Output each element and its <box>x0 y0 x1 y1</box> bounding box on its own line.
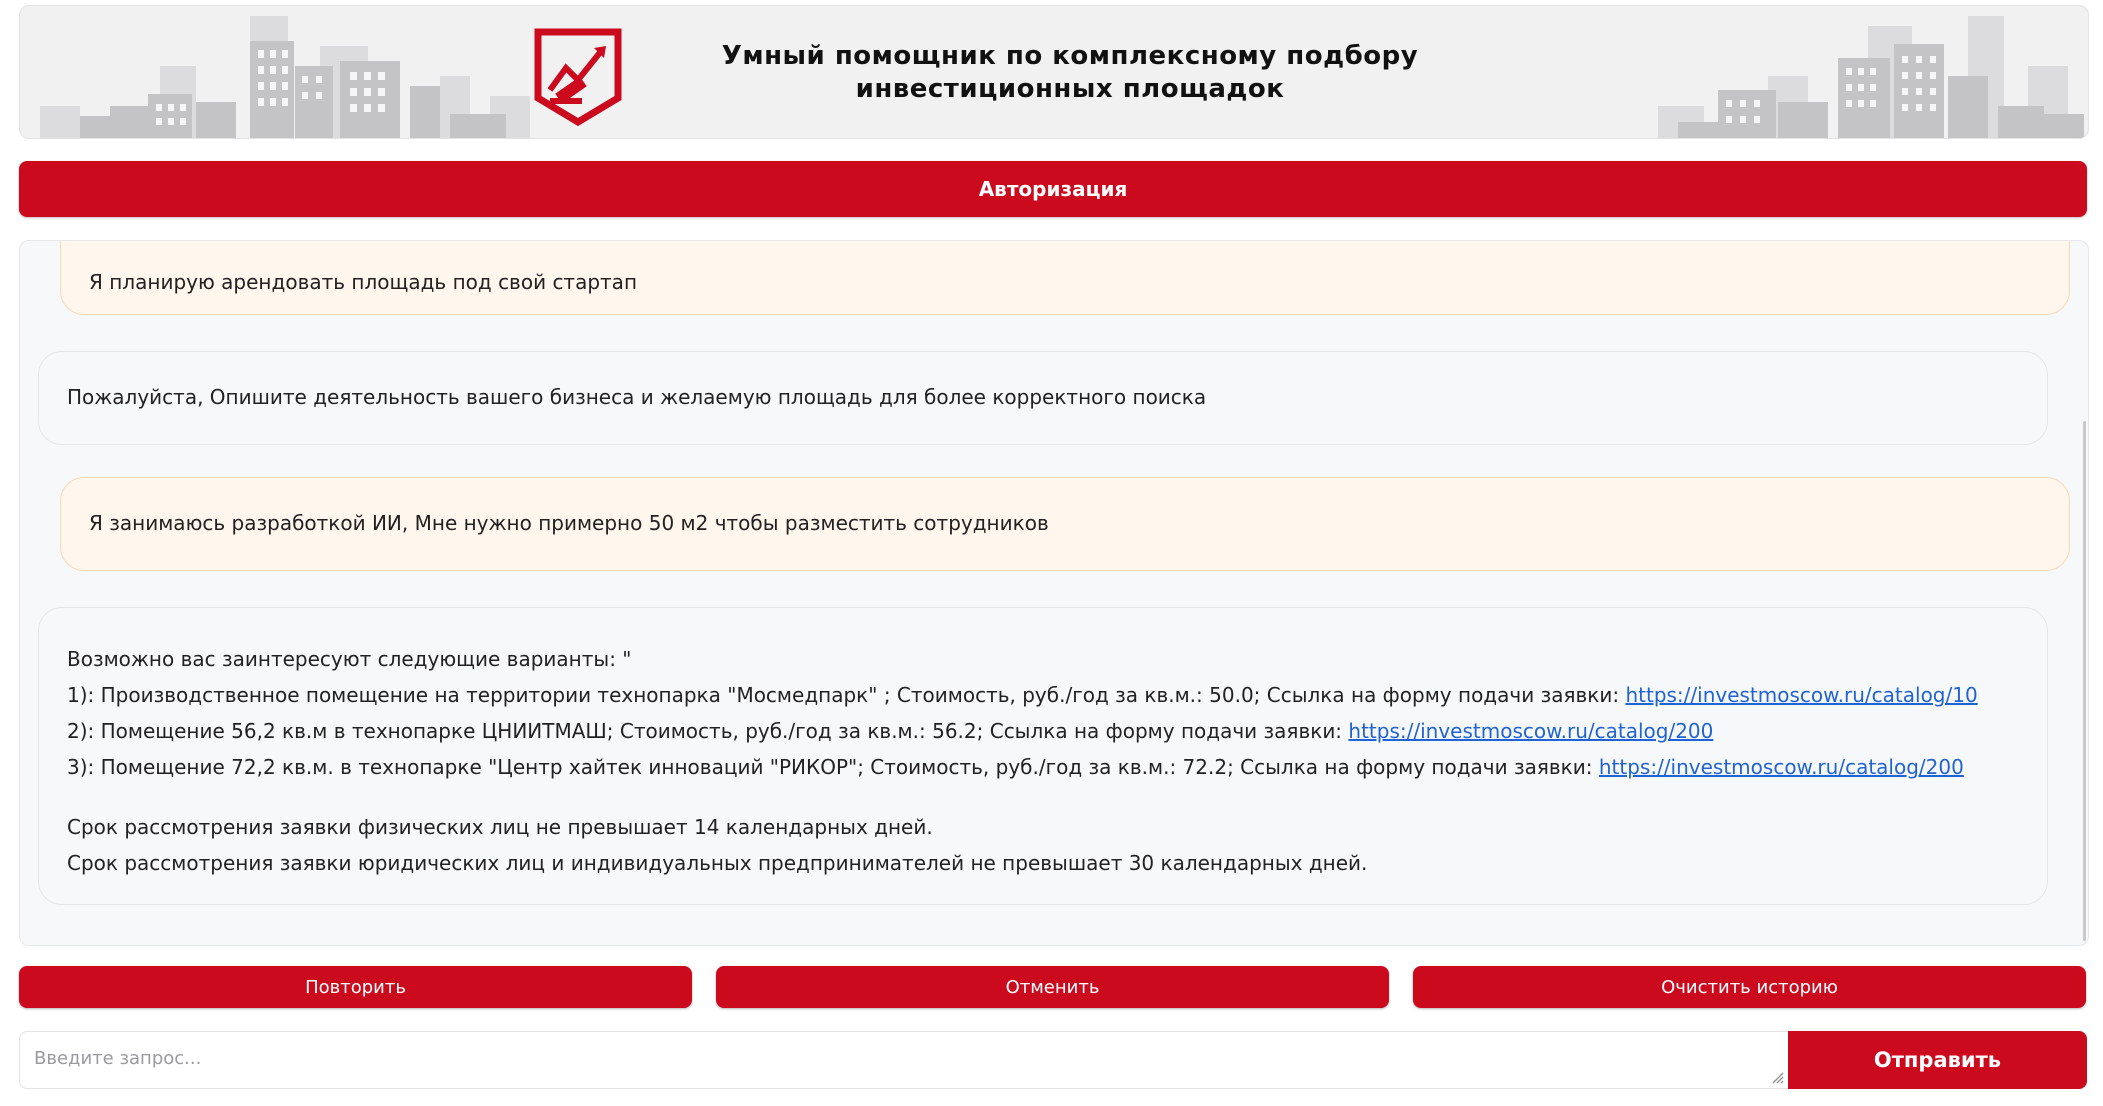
retry-button[interactable]: Повторить <box>19 966 692 1008</box>
option-link[interactable]: https://investmoscow.ru/catalog/10 <box>1625 683 1977 707</box>
user-message: Я планирую арендовать площадь под свой с… <box>60 241 2070 315</box>
auth-button[interactable]: Авторизация <box>19 161 2087 217</box>
option-item: 3): Помещение 72,2 кв.м. в технопарке "Ц… <box>67 749 2019 785</box>
options-intro: Возможно вас заинтересуют следующие вари… <box>67 647 632 671</box>
chat-history[interactable]: Я планирую арендовать площадь под свой с… <box>19 240 2089 946</box>
assistant-message: Пожалуйста, Опишите деятельность вашего … <box>38 351 2048 445</box>
assistant-message: Возможно вас заинтересуют следующие вари… <box>38 607 2048 905</box>
city-skyline-right-illustration <box>1658 16 2084 138</box>
user-message: Я занимаюсь разработкой ИИ, Мне нужно пр… <box>60 477 2070 571</box>
query-input-wrapper <box>19 1031 1789 1089</box>
investment-logo-icon <box>534 28 622 126</box>
option-text: 3): Помещение 72,2 кв.м. в технопарке "Ц… <box>67 755 1599 779</box>
chat-scrollbar[interactable] <box>2083 421 2086 941</box>
page-title: Умный помощник по комплексному подбору и… <box>700 40 1440 106</box>
city-skyline-left-illustration <box>40 16 530 138</box>
query-input[interactable] <box>20 1032 1788 1088</box>
review-note: Срок рассмотрения заявки юридических лиц… <box>67 851 1368 875</box>
review-note: Срок рассмотрения заявки физических лиц … <box>67 815 933 839</box>
page-title-line2: инвестиционных площадок <box>855 74 1285 104</box>
option-item: 1): Производственное помещение на террит… <box>67 677 2019 713</box>
page-title-line1: Умный помощник по комплексному подбору <box>721 41 1419 71</box>
option-link[interactable]: https://investmoscow.ru/catalog/200 <box>1348 719 1713 743</box>
option-link[interactable]: https://investmoscow.ru/catalog/200 <box>1599 755 1964 779</box>
option-item: 2): Помещение 56,2 кв.м в технопарке ЦНИ… <box>67 713 2019 749</box>
header-banner: Умный помощник по комплексному подбору и… <box>19 5 2089 139</box>
clear-history-button[interactable]: Очистить историю <box>1413 966 2086 1008</box>
send-button[interactable]: Отправить <box>1788 1031 2087 1089</box>
cancel-button[interactable]: Отменить <box>716 966 1389 1008</box>
option-text: 1): Производственное помещение на террит… <box>67 683 1626 707</box>
resize-grip-icon[interactable] <box>1770 1070 1784 1084</box>
option-text: 2): Помещение 56,2 кв.м в технопарке ЦНИ… <box>67 719 1349 743</box>
